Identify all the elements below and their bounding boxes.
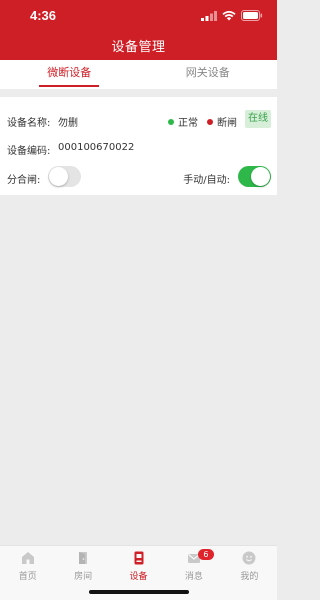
mode-toggle[interactable]	[238, 166, 271, 187]
device-code-value: 000100670022	[58, 142, 135, 153]
legend-tripped-label: 断闸	[217, 118, 237, 129]
green-dot-icon	[168, 118, 174, 125]
device-card[interactable]: 设备名称: 勿删 正常 断闸 在线 设备编码: 000100670022 分合闸…	[0, 97, 277, 195]
tabbar-item-profile[interactable]: 我的	[222, 546, 277, 600]
tabbar-label-home: 首页	[18, 572, 37, 582]
legend-tripped: 断闸	[207, 114, 237, 129]
signal-icon	[201, 10, 217, 21]
tabbar-label-device: 设备	[129, 572, 148, 582]
mode-toggle-knob	[251, 167, 270, 186]
battery-icon	[241, 10, 263, 21]
tabbar-label-profile: 我的	[240, 572, 259, 582]
device-name-label: 设备名称:	[7, 118, 51, 129]
tab-breaker-devices[interactable]: 微断设备	[0, 60, 139, 89]
tabbar-label-messages: 消息	[184, 572, 203, 582]
legend-normal: 正常	[168, 114, 198, 129]
switch-toggle-knob	[49, 167, 68, 186]
wifi-icon	[222, 10, 236, 20]
tabbar-label-room: 房间	[74, 572, 93, 582]
online-status-badge: 在线	[245, 110, 271, 128]
mode-label: 手动/自动:	[183, 175, 230, 186]
device-tabs: 微断设备 网关设备	[0, 60, 277, 89]
switch-toggle[interactable]	[48, 166, 81, 187]
tabbar-item-home[interactable]: 首页	[0, 546, 55, 600]
messages-badge: 6	[197, 549, 214, 560]
status-icons	[201, 10, 263, 21]
status-legend: 正常 断闸	[159, 114, 237, 129]
device-icon	[134, 551, 144, 565]
status-time: 4:36	[30, 8, 57, 23]
device-code-label: 设备编码:	[7, 146, 51, 157]
profile-icon	[242, 551, 256, 565]
red-dot-icon	[207, 118, 213, 125]
home-icon	[21, 552, 34, 564]
switch-label: 分合闸:	[7, 175, 41, 186]
device-name-value: 勿删	[58, 118, 78, 129]
device-code-row: 设备编码: 000100670022	[0, 135, 277, 165]
legend-normal-label: 正常	[178, 118, 198, 129]
status-bar: 4:36	[0, 0, 277, 30]
home-indicator	[89, 590, 189, 594]
controls-row: 分合闸: 手动/自动:	[0, 164, 277, 194]
page-title: 设备管理	[111, 40, 166, 55]
device-name-row: 设备名称: 勿删 正常 断闸 在线	[0, 107, 277, 137]
app-header: 4:36 设备管理	[0, 0, 277, 60]
tab-gateway-devices[interactable]: 网关设备	[139, 60, 278, 89]
door-icon	[79, 552, 88, 564]
